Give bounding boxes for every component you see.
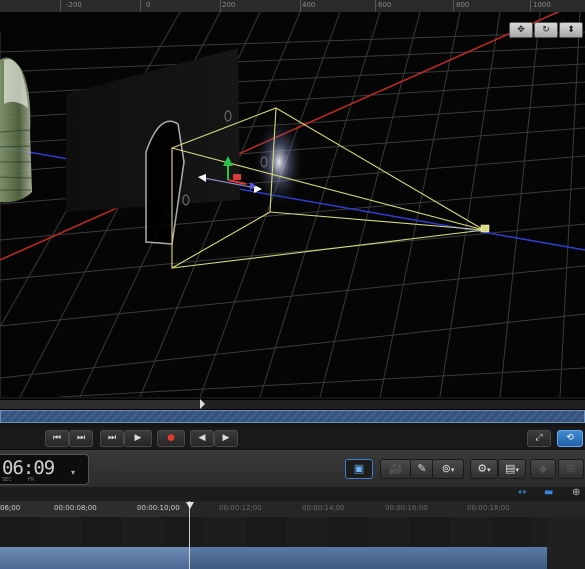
add-behavior-tool[interactable]: ⚙▾ <box>470 459 498 479</box>
grid-tool[interactable]: ⊞ <box>558 459 584 479</box>
mini-timeline-ruler[interactable] <box>0 399 585 410</box>
next-frame-icon: ▶ <box>222 433 230 443</box>
camera-icon: 🎥 <box>389 462 403 475</box>
timeline-tick-label: 00:00:10;00 <box>137 504 180 512</box>
select-transform-tool[interactable]: ▣ <box>345 459 373 479</box>
play-from-start-icon: ⏭ <box>76 433 86 443</box>
mask-icon: ◆ <box>538 462 548 475</box>
empty-track-area[interactable] <box>0 517 547 547</box>
go-to-end-icon: ⏭ <box>107 433 117 443</box>
select-tool-icon: ▣ <box>353 462 365 475</box>
zoom-icon[interactable]: ⊕ <box>572 487 580 498</box>
ruler-label: 600 <box>378 1 392 9</box>
timeline-tick-label: 00:00:14;00 <box>302 504 345 512</box>
filters-menu-icon: ▾ <box>450 466 455 474</box>
ruler-label: 0 <box>146 1 151 9</box>
ruler-label: 800 <box>456 1 470 9</box>
previous-frame-button[interactable]: ◀ <box>190 430 214 447</box>
pan-icon: ✥ <box>517 25 525 35</box>
timeline-playhead[interactable] <box>189 501 190 569</box>
playhead-marker-icon[interactable] <box>185 501 195 511</box>
timeline-tick-label: 00:00:18;00 <box>467 504 510 512</box>
view-controls: ✥ ↻ ⬍ <box>509 22 583 38</box>
record-icon: ● <box>167 433 175 443</box>
fullscreen-icon: ⤢ <box>535 433 543 443</box>
go-to-start-button[interactable]: ⏮ <box>45 430 69 447</box>
timeline-clip[interactable] <box>0 547 547 569</box>
dolly-view-button[interactable]: ⬍ <box>559 22 583 38</box>
timecode-sec-label: SEC <box>2 477 12 483</box>
transport-bar: ⏮ ⏭ ⏭ ▶ ● ◀ ▶ ⤢ ⟲ <box>0 427 585 449</box>
play-from-start-button[interactable]: ⏭ <box>69 430 93 447</box>
timeline-tick-label: 00:00:12;00 <box>219 504 262 512</box>
go-to-end-button[interactable]: ⏭ <box>100 430 124 447</box>
next-frame-button[interactable]: ▶ <box>214 430 238 447</box>
light-glow <box>253 114 305 210</box>
timeline-tick-label: 06;00 <box>0 504 21 512</box>
timeline-tracks[interactable] <box>0 517 585 569</box>
gear-icon: ⚙ <box>477 462 488 475</box>
tower-image-layer[interactable] <box>0 57 32 203</box>
settings-menu-icon: ▾ <box>487 466 491 474</box>
mask-tool[interactable]: ◆ <box>530 459 556 479</box>
timecode-menu-icon[interactable]: ▾ <box>71 468 75 477</box>
x-handle <box>233 174 241 180</box>
filters-icon: ⊚ <box>441 462 451 475</box>
fullscreen-button[interactable]: ⤢ <box>527 430 551 447</box>
track-view-icon[interactable]: ▬ <box>544 487 553 498</box>
canvas-viewport[interactable]: ✥ ↻ ⬍ <box>0 12 585 397</box>
snap-icon[interactable]: ↔ <box>518 487 526 498</box>
loop-icon: ⟲ <box>566 433 574 443</box>
paint-icon: ✎ <box>417 462 427 475</box>
loop-button[interactable]: ⟲ <box>557 430 583 447</box>
go-to-start-icon: ⏮ <box>52 433 62 443</box>
camera-tool[interactable]: 🎥 <box>380 459 412 479</box>
orbit-view-button[interactable]: ↻ <box>534 22 558 38</box>
scene-3d[interactable] <box>0 12 585 397</box>
timeline-tick-label: 00:00:16;00 <box>385 504 428 512</box>
play-button[interactable]: ▶ <box>124 430 152 447</box>
timecode-fr-label: FR <box>28 477 35 483</box>
pan-view-button[interactable]: ✥ <box>509 22 533 38</box>
layers-tool[interactable]: ▤▾ <box>498 459 526 479</box>
timecode-value: 06:09 <box>2 457 55 479</box>
ruler-label: 1000 <box>533 1 551 9</box>
mini-playhead-icon[interactable] <box>197 398 207 410</box>
ruler-label: 400 <box>302 1 316 9</box>
main-toolbar: 06:09 SEC FR ▾ ▣ 🎥 ✎ ⊚▾ ⚙▾ ▤▾ ◆ ⊞ <box>0 449 585 489</box>
timeline-header: ↔ ▬ ⊕ <box>0 487 585 501</box>
record-button[interactable]: ● <box>157 430 185 447</box>
timeline-ruler[interactable]: 06;00 00:00:08;00 00:00:10;00 00:00:12;0… <box>0 501 585 518</box>
timeline-tick-label: 00:00:08;00 <box>54 504 97 512</box>
ruler-label: -200 <box>66 1 82 9</box>
layers-icon: ▤ <box>505 462 516 475</box>
timecode-display[interactable]: 06:09 SEC FR ▾ <box>0 454 89 485</box>
mini-timeline-clip-bar[interactable] <box>0 410 585 423</box>
orbit-icon: ↻ <box>542 25 550 35</box>
layers-menu-icon: ▾ <box>515 466 519 474</box>
paint-tool[interactable]: ✎ <box>410 459 434 479</box>
mini-timeline[interactable] <box>0 397 585 427</box>
play-icon: ▶ <box>134 433 142 443</box>
filters-tool[interactable]: ⊚▾ <box>432 459 464 479</box>
previous-frame-icon: ◀ <box>198 433 206 443</box>
ruler-label: 200 <box>222 1 236 9</box>
dolly-icon: ⬍ <box>567 25 575 35</box>
grid-icon: ⊞ <box>566 462 576 475</box>
timeline-scrollbar[interactable] <box>547 517 585 569</box>
wall-layer[interactable] <box>66 48 268 245</box>
